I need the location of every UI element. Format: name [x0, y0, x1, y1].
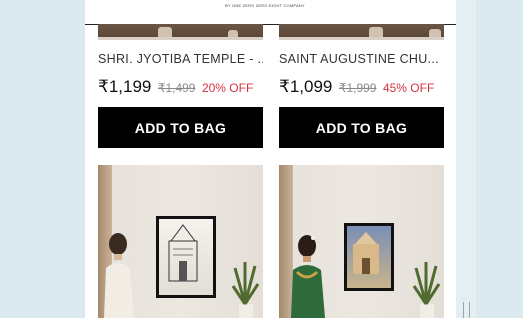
add-to-bag-button[interactable]: ADD TO BAG — [98, 107, 263, 148]
product-title[interactable]: SAINT AUGUSTINE CHU... — [279, 52, 444, 66]
price-row: ₹1,099 ₹1,999 45% OFF — [279, 77, 434, 97]
plant-decor — [231, 262, 259, 318]
product-title[interactable]: SHRI. JYOTIBA TEMPLE - ... — [98, 52, 263, 66]
church-painting-icon — [353, 232, 379, 274]
framed-sketch-artwork — [156, 216, 216, 298]
vase-decor — [369, 27, 383, 37]
temple-sketch-icon — [168, 224, 198, 282]
product-price: ₹1,199 — [98, 77, 152, 96]
product-grid-panel: BY ONE ZERO ZERO EIGHT COMPANY SHRI. JYO… — [85, 0, 456, 318]
add-to-bag-button[interactable]: ADD TO BAG — [279, 107, 444, 148]
brand-tagline: BY ONE ZERO ZERO EIGHT COMPANY — [225, 3, 305, 8]
product-image-3[interactable] — [98, 165, 263, 318]
product-price: ₹1,099 — [279, 77, 333, 96]
framed-painting-artwork — [344, 223, 394, 291]
discount-label: 20% OFF — [201, 81, 254, 95]
discount-label: 45% OFF — [382, 81, 435, 95]
page-side-strip — [456, 0, 476, 318]
price-row: ₹1,199 ₹1,499 20% OFF — [98, 77, 253, 97]
site-header: BY ONE ZERO ZERO EIGHT COMPANY — [85, 0, 456, 25]
scrollbar-handle[interactable] — [463, 302, 470, 318]
vase-decor — [228, 30, 238, 37]
woman-figure — [291, 235, 325, 318]
shelf-decor — [98, 37, 263, 40]
product-image-1-top[interactable] — [98, 24, 263, 40]
plant-decor — [412, 262, 440, 318]
shelf-decor — [279, 37, 444, 40]
vase-decor — [429, 29, 441, 37]
vase-decor — [158, 27, 172, 37]
product-image-4[interactable] — [279, 165, 444, 318]
product-image-2-top[interactable] — [279, 24, 444, 40]
woman-figure — [104, 233, 134, 318]
product-mrp: ₹1,499 — [157, 81, 196, 95]
product-mrp: ₹1,999 — [338, 81, 377, 95]
